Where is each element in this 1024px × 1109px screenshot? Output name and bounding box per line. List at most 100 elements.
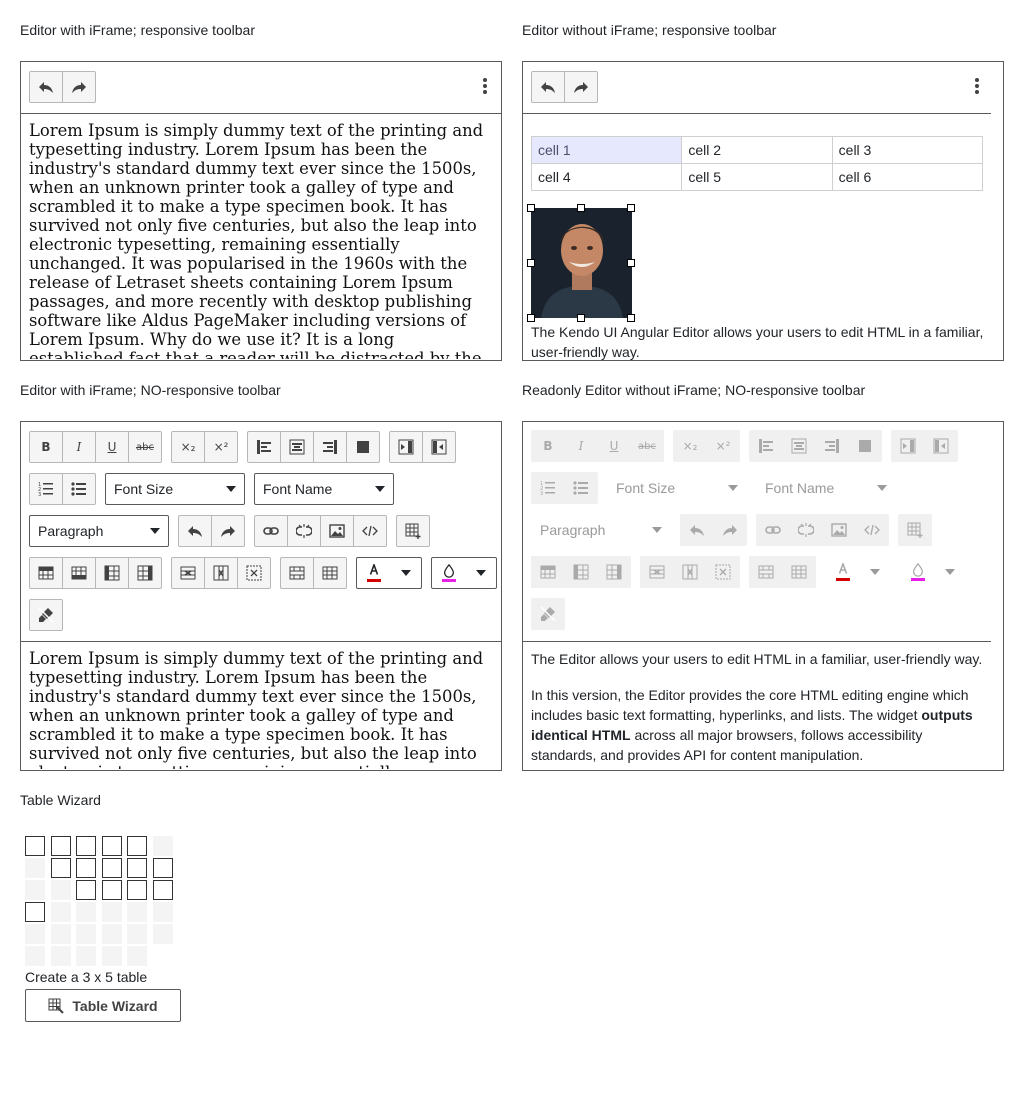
align-left-button[interactable]	[247, 431, 281, 463]
delete-column-button[interactable]	[204, 557, 238, 589]
font-size-dropdown[interactable]: Font Size	[105, 473, 245, 505]
wizard-cell[interactable]	[50, 836, 71, 856]
wizard-cell[interactable]	[76, 946, 96, 966]
italic-button[interactable]: I	[62, 431, 96, 463]
wizard-cell[interactable]	[76, 858, 96, 878]
wizard-cell[interactable]	[101, 858, 122, 878]
wizard-cell[interactable]	[25, 836, 45, 856]
wizard-cell[interactable]	[25, 946, 45, 966]
wizard-cell[interactable]	[25, 858, 45, 878]
view-source-button[interactable]	[353, 515, 387, 547]
ordered-list-button[interactable]	[29, 473, 63, 505]
align-center-button[interactable]	[280, 431, 314, 463]
fore-color-picker[interactable]	[356, 557, 422, 589]
wizard-cell[interactable]	[76, 880, 96, 900]
bold-button[interactable]: B	[29, 431, 63, 463]
add-row-below-button[interactable]	[62, 557, 96, 589]
wizard-cell[interactable]	[76, 836, 96, 856]
resize-handle[interactable]	[527, 259, 535, 267]
format-dropdown[interactable]: Paragraph	[29, 515, 169, 547]
delete-row-button[interactable]	[171, 557, 205, 589]
editor2-table[interactable]: cell 1 cell 2 cell 3 cell 4 cell 5 cell …	[530, 136, 984, 191]
merge-cells-button[interactable]	[280, 557, 314, 589]
table-cell[interactable]: cell 5	[681, 163, 833, 191]
wizard-cell[interactable]	[152, 880, 173, 900]
selected-image[interactable]	[531, 208, 632, 318]
table-wizard-button[interactable]: Table Wizard	[25, 989, 181, 1022]
split-cells-button[interactable]	[313, 557, 347, 589]
superscript-button[interactable]: ×²	[204, 431, 238, 463]
wizard-cell[interactable]	[76, 924, 96, 944]
insert-image-button[interactable]	[320, 515, 354, 547]
wizard-cell[interactable]	[152, 924, 173, 944]
font-size-dropdown: Font Size	[607, 472, 747, 504]
delete-table-button[interactable]	[237, 557, 271, 589]
more-tools-icon[interactable]	[483, 78, 487, 96]
align-right-button[interactable]	[313, 431, 347, 463]
wizard-cell[interactable]	[101, 902, 122, 922]
wizard-cell[interactable]	[127, 924, 147, 944]
resize-handle[interactable]	[577, 204, 585, 212]
outdent-button[interactable]	[422, 431, 456, 463]
wizard-cell[interactable]	[152, 858, 173, 878]
editor2-text[interactable]: The Kendo UI Angular Editor allows your …	[531, 322, 991, 360]
align-justify-button[interactable]	[346, 431, 380, 463]
unlink-icon	[798, 522, 814, 538]
table-cell[interactable]: cell 2	[681, 136, 833, 164]
insert-table-button[interactable]	[396, 515, 430, 547]
indent-button[interactable]	[389, 431, 423, 463]
wizard-cell[interactable]	[127, 836, 147, 856]
unordered-list-button[interactable]	[62, 473, 96, 505]
table-cell[interactable]: cell 6	[831, 163, 984, 191]
wizard-cell[interactable]	[101, 946, 122, 966]
font-name-dropdown[interactable]: Font Name	[254, 473, 394, 505]
clean-formatting-button[interactable]	[29, 599, 63, 631]
undo-button[interactable]	[531, 71, 565, 103]
table-cell[interactable]: cell 1	[530, 136, 683, 164]
editor1-content[interactable]: Lorem Ipsum is simply dummy text of the …	[29, 121, 493, 359]
undo-button[interactable]	[178, 515, 212, 547]
wizard-cell[interactable]	[25, 880, 45, 900]
wizard-cell[interactable]	[50, 858, 71, 878]
back-color-picker[interactable]	[431, 557, 497, 589]
editor3-content[interactable]: Lorem Ipsum is simply dummy text of the …	[29, 649, 493, 769]
insert-link-button[interactable]	[254, 515, 288, 547]
wizard-cell[interactable]	[50, 924, 71, 944]
wizard-cell[interactable]	[127, 946, 147, 966]
resize-handle[interactable]	[627, 259, 635, 267]
undo-button[interactable]	[29, 71, 63, 103]
strikethrough-button[interactable]: abc	[128, 431, 162, 463]
add-column-after-button[interactable]	[128, 557, 162, 589]
align-center-icon	[289, 439, 305, 455]
wizard-cell[interactable]	[50, 902, 71, 922]
resize-handle[interactable]	[527, 204, 535, 212]
wizard-cell[interactable]	[152, 902, 173, 922]
resize-handle[interactable]	[627, 204, 635, 212]
add-row-above-button[interactable]	[29, 557, 63, 589]
wizard-cell[interactable]	[101, 880, 122, 900]
resize-handle[interactable]	[627, 314, 635, 322]
wizard-cell[interactable]	[127, 880, 147, 900]
redo-button[interactable]	[211, 515, 245, 547]
wizard-cell[interactable]	[101, 924, 122, 944]
redo-button[interactable]	[564, 71, 598, 103]
wizard-cell[interactable]	[50, 946, 71, 966]
table-cell[interactable]: cell 3	[831, 136, 984, 164]
wizard-cell[interactable]	[25, 902, 45, 922]
add-column-before-button[interactable]	[95, 557, 129, 589]
subscript-button[interactable]: ×₂	[171, 431, 205, 463]
resize-handle[interactable]	[577, 314, 585, 322]
more-tools-icon[interactable]	[975, 78, 979, 96]
wizard-cell[interactable]	[127, 902, 147, 922]
table-cell[interactable]: cell 4	[530, 163, 683, 191]
redo-button[interactable]	[62, 71, 96, 103]
wizard-cell[interactable]	[76, 902, 96, 922]
wizard-cell[interactable]	[101, 836, 122, 856]
wizard-cell[interactable]	[127, 858, 147, 878]
unlink-button[interactable]	[287, 515, 321, 547]
wizard-cell[interactable]	[50, 880, 71, 900]
wizard-cell[interactable]	[25, 924, 45, 944]
wizard-cell[interactable]	[152, 836, 173, 856]
underline-button[interactable]: U	[95, 431, 129, 463]
resize-handle[interactable]	[527, 314, 535, 322]
